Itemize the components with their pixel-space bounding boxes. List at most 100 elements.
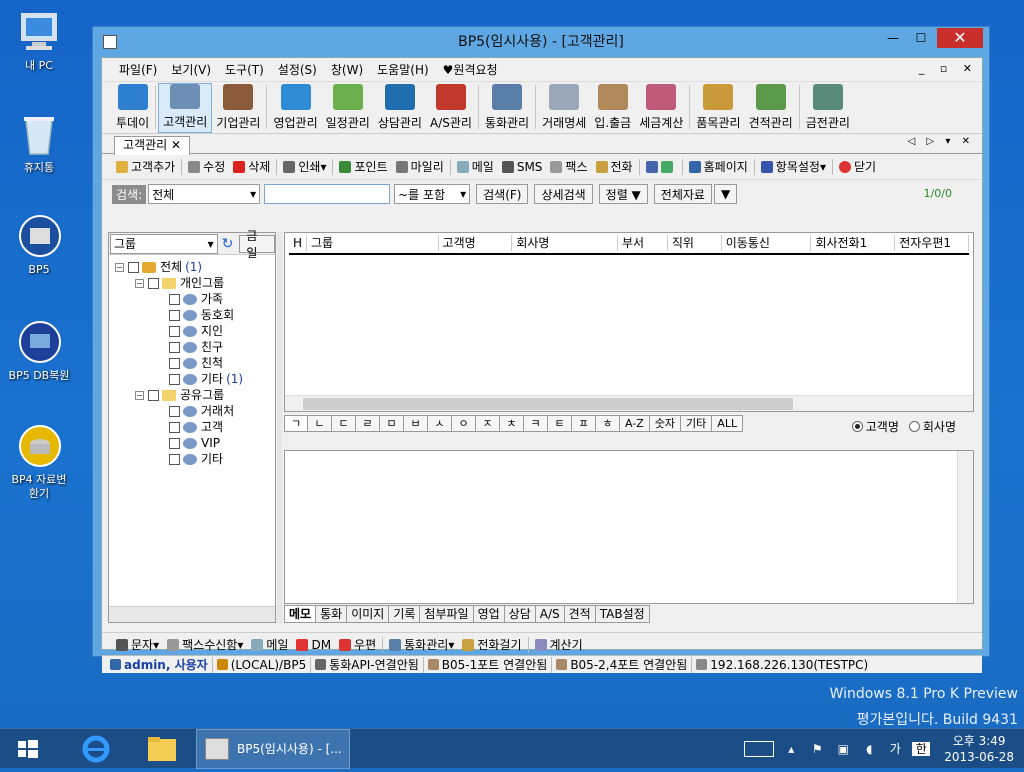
menu-window[interactable]: 창(W)	[324, 61, 370, 78]
chevron-up-icon[interactable]: ▴	[782, 742, 800, 756]
menu-remote-request[interactable]: ♥원격요청	[436, 61, 505, 78]
column-header[interactable]: H	[289, 235, 307, 251]
point-button[interactable]: 포인트	[335, 158, 391, 175]
tab-memo[interactable]: 메모	[284, 605, 317, 623]
toolbar-customer[interactable]: 고객관리	[158, 83, 213, 133]
close-icon[interactable]: ✕	[171, 138, 181, 152]
close-button[interactable]: ✕	[937, 28, 983, 48]
column-header[interactable]: 그룹	[307, 235, 439, 251]
search-button[interactable]: 검색(F)	[476, 184, 529, 204]
collapse-icon[interactable]: −	[135, 278, 144, 288]
panel-splitter[interactable]	[277, 232, 282, 623]
taskbar-internet-explorer[interactable]	[70, 729, 122, 769]
toolbar-sales[interactable]: 영업관리	[269, 83, 321, 133]
checkbox[interactable]	[128, 261, 139, 273]
title-bar[interactable]: BP5(임시사용) - [고객관리] — ☐ ✕	[93, 27, 989, 57]
index-tab[interactable]: ㅌ	[548, 415, 572, 432]
export-button[interactable]	[642, 160, 680, 173]
tab-attachments[interactable]: 첨부파일	[420, 605, 474, 623]
tree-item-all[interactable]: − 전체 (1)	[115, 259, 202, 275]
toolbar-consult[interactable]: 상담관리	[374, 83, 426, 133]
desktop-icon-recycle-bin[interactable]: 휴지통	[0, 112, 78, 175]
index-tab[interactable]: ㅊ	[500, 415, 524, 432]
column-header[interactable]: 회사전화1	[811, 235, 896, 251]
tab-images[interactable]: 이미지	[347, 605, 390, 623]
desktop-icon-bp5[interactable]: BP5	[0, 214, 78, 277]
ime-indicator[interactable]: 한	[912, 742, 931, 756]
taskbar-file-explorer[interactable]	[136, 729, 188, 769]
column-settings-button[interactable]: 항목설정 ▾	[757, 158, 830, 175]
add-customer-button[interactable]: 고객추가	[112, 158, 179, 175]
tab-settings[interactable]: TAB설정	[595, 605, 650, 623]
scroll-thumb[interactable]	[303, 398, 793, 410]
maximize-button[interactable]: ☐	[907, 28, 935, 48]
search-input[interactable]	[264, 184, 391, 204]
checkbox[interactable]	[169, 341, 180, 353]
desktop-icon-bp5-db-restore[interactable]: BP5 DB복원	[0, 320, 78, 383]
index-tab[interactable]: ㅁ	[380, 415, 404, 432]
toolbar-statement[interactable]: 거래명세	[538, 83, 590, 133]
detail-search-button[interactable]: 상세검색	[534, 184, 593, 204]
radio-dot[interactable]	[851, 421, 863, 432]
start-button[interactable]	[8, 729, 48, 769]
horizontal-scrollbar[interactable]	[109, 606, 275, 622]
column-header[interactable]: 부서	[618, 235, 668, 251]
flag-icon[interactable]: ⚑	[808, 742, 826, 756]
tree-item-acquaintance[interactable]: 지인	[169, 323, 223, 339]
menu-tools[interactable]: 도구(T)	[218, 61, 271, 78]
toolbar-calls[interactable]: 통화관리	[481, 83, 533, 133]
checkbox[interactable]	[169, 453, 180, 465]
checkbox[interactable]	[169, 437, 180, 449]
tree-item-partner[interactable]: 거래처	[169, 403, 234, 419]
index-tab[interactable]: ㄹ	[356, 415, 380, 432]
index-tab[interactable]: 숫자	[649, 415, 682, 432]
index-tab[interactable]: ALL	[712, 415, 744, 432]
tree-item-family[interactable]: 가족	[169, 291, 223, 307]
toolbar-items[interactable]: 품목관리	[692, 83, 744, 133]
clock[interactable]: 오후 3:49 2013-06-28	[944, 733, 1014, 765]
tree-item-friend[interactable]: 친구	[169, 339, 223, 355]
column-header[interactable]: 전자우편1	[895, 235, 969, 251]
index-tab[interactable]: A-Z	[620, 415, 650, 432]
index-tab[interactable]: ㅎ	[596, 415, 620, 432]
delete-button[interactable]: 삭제	[229, 158, 274, 175]
memo-area[interactable]	[284, 450, 974, 604]
minimize-button[interactable]: —	[879, 28, 907, 48]
homepage-button[interactable]: 홈페이지	[685, 158, 752, 175]
desktop-icon-bp4-converter[interactable]: BP4 자료변환기	[0, 424, 78, 501]
calculator-button[interactable]: 계산기	[531, 636, 587, 653]
checkbox[interactable]	[169, 325, 180, 337]
menu-file[interactable]: 파일(F)	[112, 61, 164, 78]
sort-button[interactable]: 정렬 ▼	[598, 184, 648, 204]
column-header[interactable]: 고객명	[439, 235, 513, 251]
radio-dot[interactable]	[908, 421, 920, 432]
call-management-button[interactable]: 통화관리 ▾	[385, 636, 458, 653]
app-icon[interactable]	[103, 35, 117, 49]
tree-item-other-personal[interactable]: 기타 (1)	[169, 371, 243, 387]
sms-button[interactable]: SMS	[498, 160, 547, 174]
toolbar-deposit[interactable]: 입.출금	[590, 83, 635, 133]
checkbox[interactable]	[169, 421, 180, 433]
keyboard-icon[interactable]	[744, 741, 775, 757]
tree-item-vip[interactable]: VIP	[169, 435, 220, 451]
toolbar-company[interactable]: 기업관리	[212, 83, 264, 133]
fax-button[interactable]: 팩스	[546, 158, 591, 175]
mdi-controls[interactable]: _ ▫ ✕	[919, 62, 978, 75]
tree-item-club[interactable]: 동호회	[169, 307, 234, 323]
tree-item-customer[interactable]: 고객	[169, 419, 223, 435]
toolbar-money[interactable]: 금전관리	[802, 83, 854, 133]
vertical-scrollbar[interactable]	[957, 451, 973, 603]
more-options-button[interactable]: ▼	[713, 184, 738, 204]
checkbox[interactable]	[169, 309, 180, 321]
collapse-icon[interactable]: −	[135, 390, 144, 400]
tab-customer-management[interactable]: 고객관리 ✕	[114, 136, 191, 155]
mail-button[interactable]: 메일	[247, 636, 292, 653]
checkbox[interactable]	[148, 277, 159, 289]
checkbox[interactable]	[148, 389, 159, 401]
phone-button[interactable]: 전화	[592, 158, 637, 175]
network-icon[interactable]: ▣	[834, 742, 852, 756]
tree-item-personal-group[interactable]: − 개인그룹	[135, 275, 224, 291]
all-data-button[interactable]: 전체자료	[653, 184, 712, 204]
search-field-select[interactable]: 전체 ▾	[148, 184, 261, 204]
index-tab[interactable]: ㅍ	[572, 415, 596, 432]
